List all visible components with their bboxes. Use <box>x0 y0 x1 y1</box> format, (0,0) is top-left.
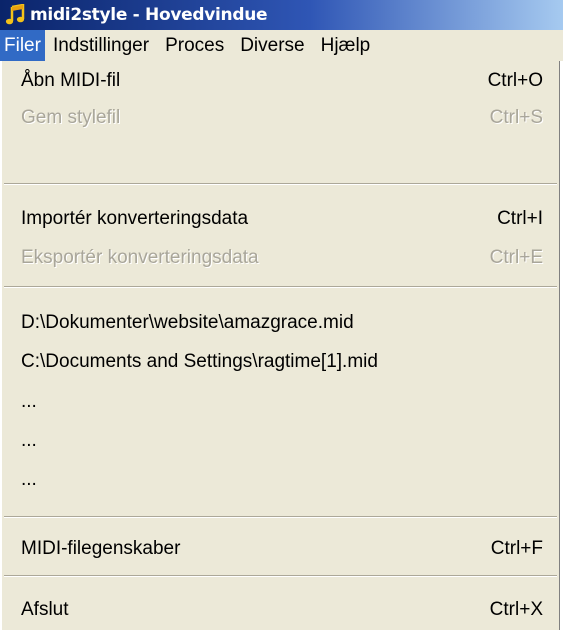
menu-item-label: D:\Dokumenter\website\amazgrace.mid <box>21 312 354 333</box>
menu-item-save-style[interactable]: Gem stylefil Ctrl+S <box>2 98 559 138</box>
menu-item-recent-file[interactable]: ... <box>2 382 559 422</box>
menu-separator <box>4 183 557 185</box>
menu-item-recent-file[interactable]: ... <box>2 421 559 461</box>
menu-indstillinger[interactable]: Indstillinger <box>45 30 157 61</box>
menu-diverse[interactable]: Diverse <box>232 30 312 61</box>
menu-item-label: Eksportér konverteringsdata <box>21 247 259 268</box>
menu-bar: Filer Indstillinger Proces Diverse Hjælp <box>0 30 563 61</box>
menu-separator <box>4 516 557 518</box>
menu-item-label: MIDI-filegenskaber <box>21 538 181 559</box>
menu-item-shortcut: Ctrl+X <box>489 599 543 620</box>
menu-item-shortcut: Ctrl+S <box>489 107 543 128</box>
menu-item-export-data[interactable]: Eksportér konverteringsdata Ctrl+E <box>2 238 559 278</box>
menu-item-label: Importér konverteringsdata <box>21 208 249 229</box>
menu-separator <box>4 286 557 288</box>
menu-item-import-data[interactable]: Importér konverteringsdata Ctrl+I <box>2 199 559 239</box>
menu-item-label: Gem stylefil <box>21 107 121 128</box>
menu-item-open-midi[interactable]: Åbn MIDI-fil Ctrl+O <box>2 61 559 101</box>
music-note-icon[interactable] <box>4 4 26 26</box>
menu-item-recent-file[interactable]: C:\Documents and Settings\ragtime[1].mid <box>2 342 559 382</box>
menu-item-shortcut: Ctrl+F <box>490 538 543 559</box>
menu-hjaelp[interactable]: Hjælp <box>313 30 379 61</box>
menu-separator <box>4 575 557 577</box>
menu-item-shortcut: Ctrl+O <box>487 70 543 91</box>
window-title: midi2style - Hovedvindue <box>30 5 268 25</box>
main-window: midi2style - Hovedvindue Filer Indstilli… <box>0 0 563 630</box>
menu-item-label: Afslut <box>21 599 69 620</box>
menu-item-label: ... <box>21 430 37 451</box>
menu-item-shortcut: Ctrl+E <box>489 247 543 268</box>
menu-item-shortcut: Ctrl+I <box>497 208 543 229</box>
menu-item-label: ... <box>21 391 37 412</box>
menu-item-recent-file[interactable]: ... <box>2 460 559 500</box>
menu-filer[interactable]: Filer <box>0 30 45 61</box>
menu-item-label: ... <box>21 469 37 490</box>
menu-item-exit[interactable]: Afslut Ctrl+X <box>2 590 559 630</box>
menu-item-midi-properties[interactable]: MIDI-filegenskaber Ctrl+F <box>2 529 559 569</box>
file-menu-dropdown: Åbn MIDI-fil Ctrl+O Gem stylefil Ctrl+S … <box>0 61 560 630</box>
menu-item-recent-file[interactable]: D:\Dokumenter\website\amazgrace.mid <box>2 303 559 343</box>
menu-item-label: Åbn MIDI-fil <box>21 70 121 91</box>
title-bar[interactable]: midi2style - Hovedvindue <box>0 0 563 30</box>
menu-proces[interactable]: Proces <box>157 30 232 61</box>
menu-item-label: C:\Documents and Settings\ragtime[1].mid <box>21 351 378 372</box>
